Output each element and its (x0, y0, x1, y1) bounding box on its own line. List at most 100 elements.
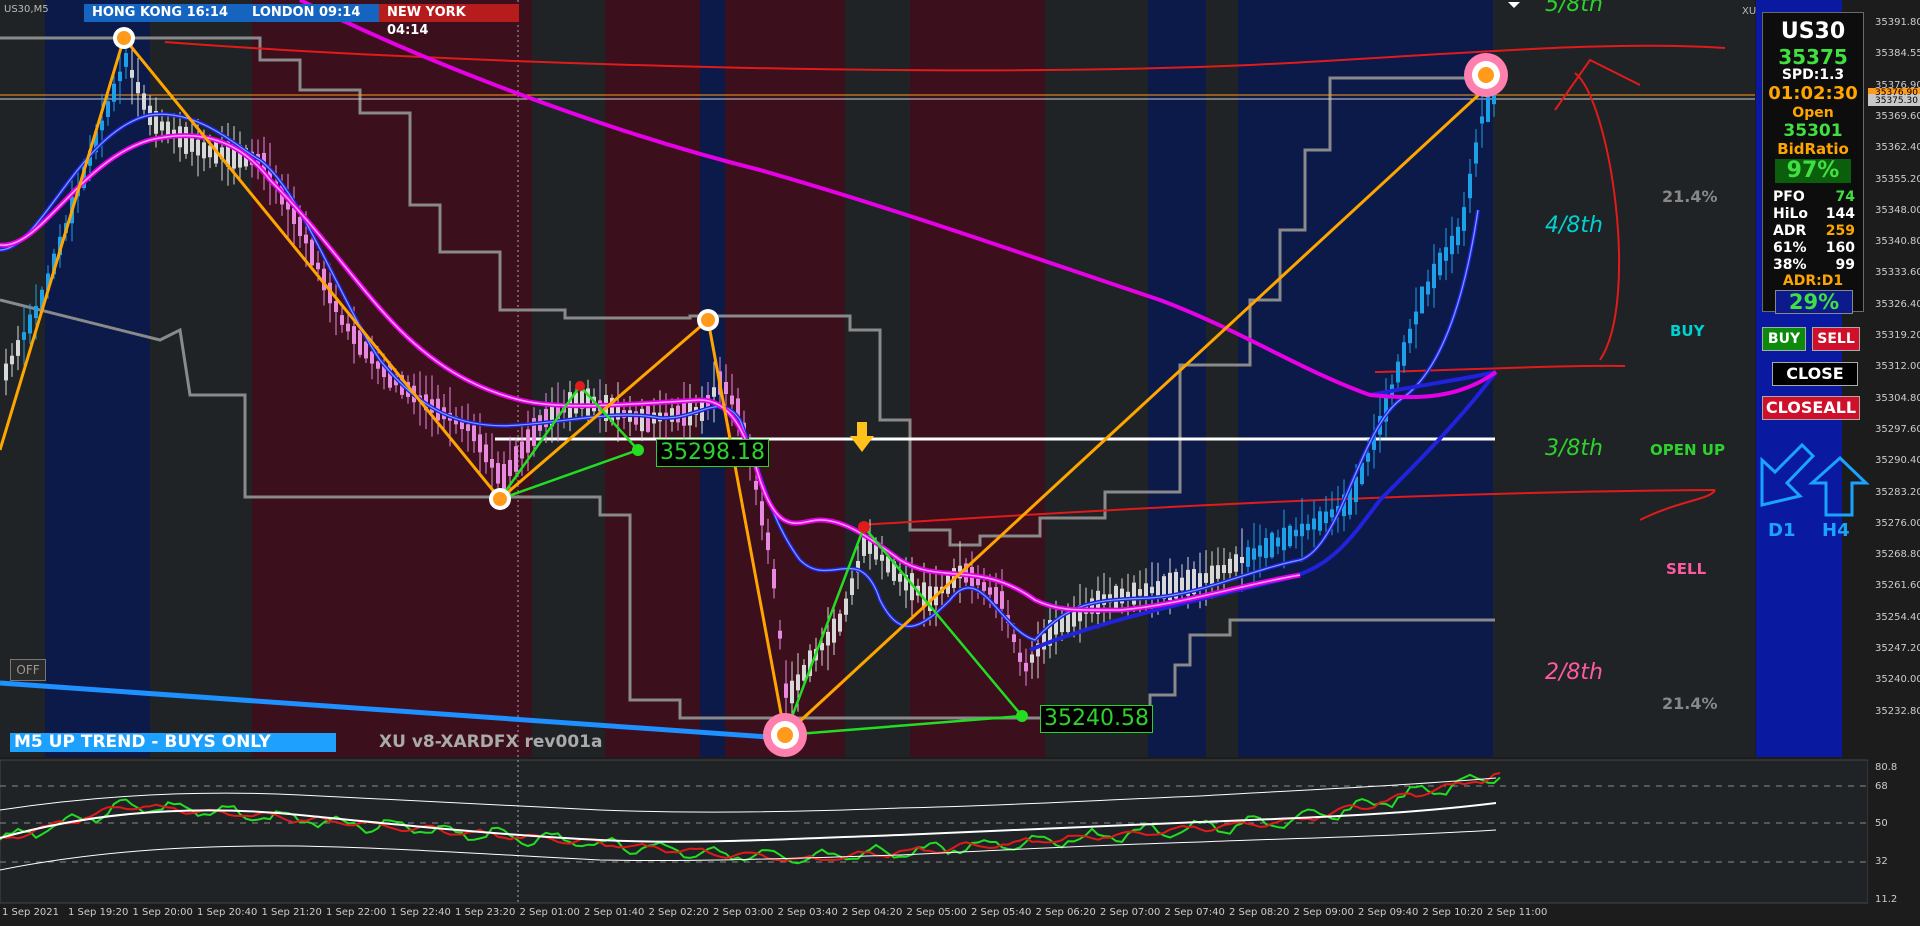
candle-body (1474, 142, 1478, 164)
osc-tick: 68 (1875, 781, 1888, 792)
candle-body (478, 434, 482, 453)
time-tick: 2 Sep 05:00 (906, 907, 967, 918)
clock-hong-kong: HONG KONG 16:14 (84, 4, 256, 22)
candle-body (142, 93, 146, 110)
candle-body (358, 330, 362, 355)
candle-body (1318, 511, 1322, 531)
candle-body (1018, 652, 1022, 662)
candle-body (838, 613, 842, 632)
candle-body (34, 305, 38, 319)
candle-body (1486, 94, 1490, 122)
candle-body (1294, 529, 1298, 537)
osc-tick: 80.8 (1875, 762, 1898, 773)
candle-body (310, 239, 314, 266)
sell-button[interactable]: SELL (1812, 327, 1860, 351)
clock-london: LONDON 09:14 (244, 4, 383, 22)
candle-body (508, 459, 512, 477)
panel-open-value: 35301 (1783, 121, 1843, 141)
pct-upper: 21.4% (1662, 187, 1718, 206)
candle-body (160, 121, 164, 131)
candle-body (196, 139, 200, 156)
candle-body (1114, 585, 1118, 609)
candle-body (112, 83, 116, 102)
candle-body (1240, 556, 1244, 564)
symbol-label: US30,M5 (4, 4, 49, 15)
off-button[interactable]: OFF (10, 659, 46, 681)
panel-row-38: 38% 99 (1773, 257, 1855, 273)
candle-body (676, 405, 680, 423)
candle-body (1366, 452, 1370, 462)
panel-adr-label: ADR:D1 (1782, 273, 1844, 289)
candle-body (22, 332, 26, 340)
price-tick: 35283.20 (1875, 486, 1920, 498)
candle-body (1330, 509, 1334, 518)
candle-body (1204, 573, 1208, 583)
time-tick: 2 Sep 01:40 (584, 907, 645, 918)
candle-body (472, 425, 476, 442)
close-button[interactable]: CLOSE (1772, 362, 1858, 386)
candle-body (136, 82, 140, 94)
candle-body (796, 674, 800, 691)
candle-body (1210, 565, 1214, 585)
time-tick: 2 Sep 11:00 (1487, 907, 1548, 918)
candle-body (1300, 523, 1304, 537)
price-tick: 35362.40 (1875, 142, 1920, 154)
price-chart[interactable] (0, 0, 1920, 926)
trend-banner: M5 UP TREND - BUYS ONLY (10, 733, 336, 752)
candle-body (1228, 558, 1232, 574)
candle-body (1042, 633, 1046, 650)
candle-body (190, 136, 194, 152)
price-tick: 35326.40 (1875, 298, 1920, 310)
price-tick: 35254.40 (1875, 611, 1920, 623)
signal-buy: BUY (1670, 322, 1705, 340)
candle-body (1324, 511, 1328, 524)
candle-body (1222, 564, 1226, 574)
candle-body (1468, 173, 1472, 199)
panel-bid-value: 97% (1775, 159, 1851, 183)
panel-open-label: Open (1792, 105, 1834, 121)
level-3-8: 3/8th (1545, 436, 1603, 461)
candle-body (1282, 527, 1286, 551)
candle-body (880, 554, 884, 561)
candle-body (778, 630, 782, 639)
candle-body (1480, 116, 1484, 124)
time-tick: 1 Sep 20:00 (132, 907, 193, 918)
signal-open-up: OPEN UP (1650, 441, 1725, 459)
price-tick: 35290.40 (1875, 455, 1920, 467)
candle-body (1438, 252, 1442, 276)
price-tick: 35232.80 (1875, 705, 1920, 717)
time-tick: 1 Sep 23:20 (455, 907, 516, 918)
level-4-8: 4/8th (1545, 213, 1603, 238)
candle-body (862, 537, 866, 556)
candle-body (490, 459, 494, 468)
candle-body (514, 446, 518, 472)
candle-body (1000, 591, 1004, 609)
candle-body (994, 587, 998, 604)
time-tick: 2 Sep 01:00 (519, 907, 580, 918)
panel-adr-value: 29% (1775, 290, 1853, 314)
candle-body (922, 582, 926, 607)
price-tick: 35391.80 (1875, 17, 1920, 28)
price-tick: 35276.00 (1875, 517, 1920, 529)
buy-button[interactable]: BUY (1762, 327, 1806, 351)
candle-body (1150, 586, 1154, 594)
panel-row-hilo: HiLo 144 (1773, 206, 1855, 222)
candle-body (1306, 523, 1310, 531)
candle-body (130, 69, 134, 78)
candle-body (340, 315, 344, 325)
candle-body (784, 683, 788, 698)
candle-body (1198, 573, 1202, 588)
candle-body (724, 381, 728, 395)
price-tick: 35319.20 (1875, 330, 1920, 341)
panel-row-adr: ADR 259 (1773, 223, 1855, 239)
time-tick: 2 Sep 10:20 (1422, 907, 1483, 918)
candle-body (496, 463, 500, 484)
closeall-button[interactable]: CLOSEALL (1762, 396, 1860, 420)
price-tick: 35355.20 (1875, 173, 1920, 185)
candle-body (1246, 547, 1250, 567)
candle-body (1288, 525, 1292, 547)
candle-body (1156, 581, 1160, 597)
panel-row-61: 61% 160 (1773, 240, 1855, 256)
candle-body (10, 355, 14, 365)
candle-body (1408, 328, 1412, 344)
